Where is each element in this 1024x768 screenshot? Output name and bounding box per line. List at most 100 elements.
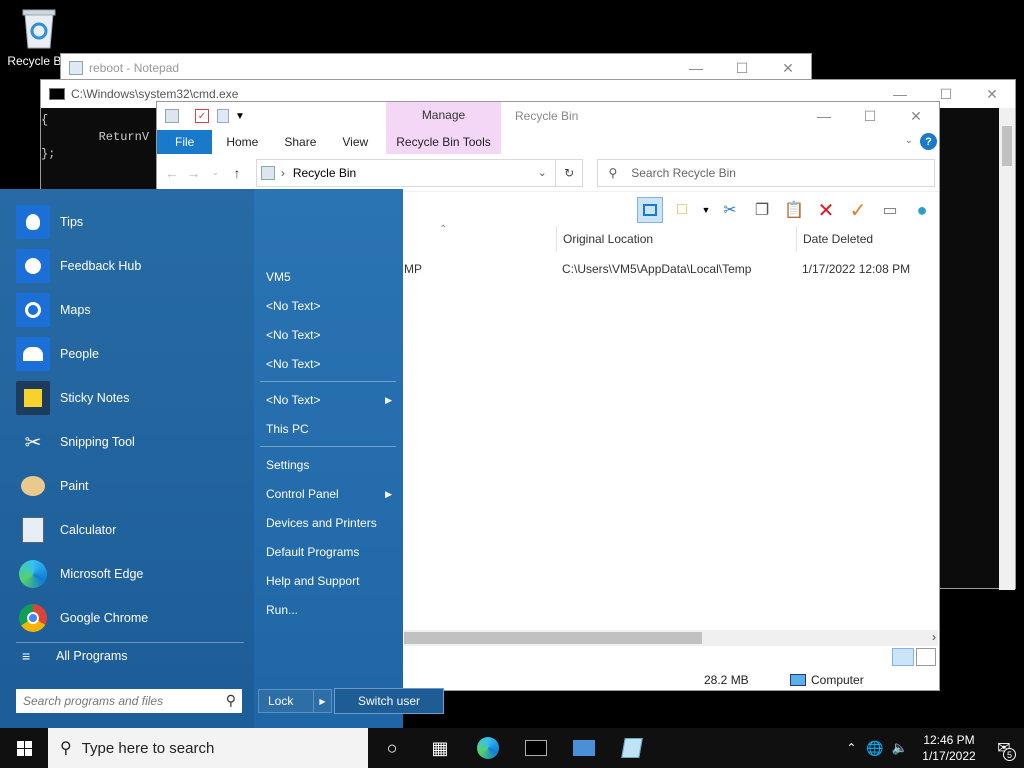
details-view-icon[interactable] bbox=[892, 648, 914, 666]
app-paint[interactable]: Paint bbox=[16, 468, 89, 504]
app-maps[interactable]: Maps bbox=[16, 292, 91, 328]
forward-icon[interactable]: → bbox=[183, 165, 205, 181]
app-calculator[interactable]: Calculator bbox=[16, 512, 116, 548]
menu-this-pc[interactable]: This PC bbox=[266, 418, 396, 440]
clock[interactable]: 12:46 PM 1/17/2022 bbox=[914, 732, 984, 764]
refresh-icon[interactable]: ↻ bbox=[555, 158, 584, 187]
chevron-down-icon[interactable]: ⌄ bbox=[905, 135, 913, 146]
status-size: 28.2 MB bbox=[704, 673, 749, 687]
new-folder-icon[interactable] bbox=[217, 109, 229, 123]
column-headers: Original Location Date Deleted bbox=[556, 226, 938, 252]
switch-user-button[interactable]: Switch user bbox=[334, 688, 444, 714]
task-view-icon[interactable]: ▦ bbox=[416, 728, 464, 768]
chevron-down-icon[interactable]: ⌄ bbox=[538, 166, 547, 179]
cmd-scrollbar[interactable] bbox=[999, 108, 1015, 590]
palette-icon bbox=[16, 469, 50, 503]
tab-recycle-bin-tools[interactable]: Recycle Bin Tools bbox=[386, 130, 501, 154]
tab-home[interactable]: Home bbox=[212, 130, 271, 154]
help-icon[interactable]: ? bbox=[920, 133, 937, 150]
preview-pane-icon[interactable] bbox=[637, 197, 663, 223]
explorer-taskbar-icon[interactable] bbox=[560, 728, 608, 768]
user-vm5[interactable]: VM5 bbox=[266, 266, 396, 288]
copy-icon[interactable]: ❐ bbox=[749, 197, 775, 223]
menu-control-panel[interactable]: Control Panel ▶ bbox=[266, 483, 396, 505]
app-label: Feedback Hub bbox=[60, 259, 142, 273]
menu-settings[interactable]: Settings bbox=[266, 454, 396, 476]
up-icon[interactable]: ↑ bbox=[226, 165, 248, 181]
edge-taskbar-icon[interactable] bbox=[464, 728, 512, 768]
app-feedback-hub[interactable]: Feedback Hub bbox=[16, 248, 141, 284]
tab-file[interactable]: File bbox=[157, 130, 213, 154]
app-snipping-tool[interactable]: ✂ Snipping Tool bbox=[16, 424, 135, 460]
start-search-input[interactable]: Search programs and files ⚲ bbox=[16, 689, 242, 713]
menu-default-programs[interactable]: Default Programs bbox=[266, 541, 396, 563]
app-google-chrome[interactable]: Google Chrome bbox=[16, 600, 148, 636]
chevron-up-icon[interactable]: ⌃ bbox=[846, 741, 856, 755]
large-icons-view-icon[interactable] bbox=[916, 648, 936, 666]
chevron-down-icon[interactable]: ▼ bbox=[701, 197, 711, 223]
app-microsoft-edge[interactable]: Microsoft Edge bbox=[16, 556, 143, 592]
menu-no-text-3[interactable]: <No Text> bbox=[266, 353, 396, 375]
tab-view[interactable]: View bbox=[329, 130, 381, 154]
start-button[interactable] bbox=[0, 728, 48, 768]
manage-tab-group: Manage Recycle Bin Tools bbox=[386, 102, 501, 154]
tab-share[interactable]: Share bbox=[271, 130, 329, 154]
taskbar-search-input[interactable]: ⚲ Type here to search bbox=[48, 728, 368, 768]
network-icon[interactable]: 🌐 bbox=[866, 740, 883, 757]
chevron-right-icon: ▶ bbox=[385, 488, 392, 499]
taskbar: ⚲ Type here to search ○ ▦ ⌃ 🌐 🔈 12:46 PM… bbox=[0, 728, 1024, 768]
people-icon bbox=[16, 337, 50, 371]
cortana-icon[interactable]: ○ bbox=[368, 728, 416, 768]
cut-icon[interactable]: ✂ bbox=[717, 197, 743, 223]
menu-devices-printers[interactable]: Devices and Printers bbox=[266, 512, 396, 534]
lock-label: Lock bbox=[268, 694, 294, 708]
delete-icon[interactable]: ✕ bbox=[813, 197, 839, 223]
address-bar[interactable]: › Recycle Bin ⌄ bbox=[255, 158, 556, 187]
maximize-icon[interactable]: ☐ bbox=[719, 54, 765, 82]
scroll-right-icon[interactable]: › bbox=[932, 630, 936, 644]
close-icon[interactable]: ✕ bbox=[893, 102, 939, 130]
menu-no-text-2[interactable]: <No Text> bbox=[266, 324, 396, 346]
notepad-taskbar-icon[interactable] bbox=[608, 728, 656, 768]
all-programs[interactable]: ≡ All Programs bbox=[16, 648, 128, 664]
shell-icon[interactable]: ● bbox=[909, 197, 935, 223]
search-icon: ⚲ bbox=[60, 740, 72, 757]
volume-muted-icon[interactable]: 🔈 bbox=[892, 740, 908, 756]
column-date-deleted[interactable]: Date Deleted bbox=[796, 226, 938, 252]
chevron-down-icon[interactable]: ▼ bbox=[235, 111, 245, 122]
maximize-icon[interactable]: ☐ bbox=[847, 102, 893, 130]
app-tips[interactable]: Tips bbox=[16, 204, 83, 240]
paste-icon[interactable]: 📋 bbox=[781, 197, 807, 223]
rename-icon[interactable]: ▭ bbox=[877, 197, 903, 223]
horizontal-scrollbar[interactable]: › bbox=[404, 630, 938, 646]
menu-help-support[interactable]: Help and Support bbox=[266, 570, 396, 592]
search-icon: ⚲ bbox=[608, 165, 618, 180]
check-icon[interactable]: ✓ bbox=[845, 197, 871, 223]
search-input[interactable]: ⚲ Search Recycle Bin bbox=[597, 158, 935, 187]
status-bar: 28.2 MB Computer bbox=[404, 670, 938, 690]
close-icon[interactable]: ✕ bbox=[765, 54, 811, 82]
back-icon[interactable]: ← bbox=[161, 165, 183, 181]
cmd-taskbar-icon[interactable] bbox=[512, 728, 560, 768]
column-original-location[interactable]: Original Location bbox=[556, 226, 796, 252]
notification-center-icon[interactable]: ✉ 5 bbox=[984, 728, 1024, 768]
minimize-icon[interactable]: — bbox=[801, 102, 847, 130]
menu-no-text-1[interactable]: <No Text> bbox=[266, 295, 396, 317]
windows-logo-icon bbox=[16, 740, 32, 756]
new-item-icon[interactable]: □ bbox=[669, 197, 695, 223]
clock-time: 12:46 PM bbox=[923, 733, 975, 747]
start-menu[interactable]: Tips Feedback Hub Maps People Sticky Not… bbox=[0, 189, 403, 728]
lock-button[interactable]: Lock ▶ bbox=[258, 689, 332, 713]
recent-chevron-icon[interactable]: ⌄ bbox=[204, 167, 226, 178]
minimize-icon[interactable]: — bbox=[673, 54, 719, 82]
address-text: Recycle Bin bbox=[292, 165, 357, 180]
app-sticky-notes[interactable]: Sticky Notes bbox=[16, 380, 129, 416]
properties-icon[interactable]: ✓ bbox=[195, 109, 209, 123]
scissors-icon: ✂ bbox=[24, 431, 42, 454]
table-row[interactable]: MP C:\Users\VM5\AppData\Local\Temp 1/17/… bbox=[404, 258, 910, 280]
app-people[interactable]: People bbox=[16, 336, 99, 372]
menu-run[interactable]: Run... bbox=[266, 599, 396, 621]
chevron-right-icon[interactable]: ▶ bbox=[313, 690, 331, 712]
menu-no-text-4[interactable]: <No Text> ▶ bbox=[266, 389, 396, 411]
close-icon[interactable]: ✕ bbox=[969, 80, 1015, 108]
